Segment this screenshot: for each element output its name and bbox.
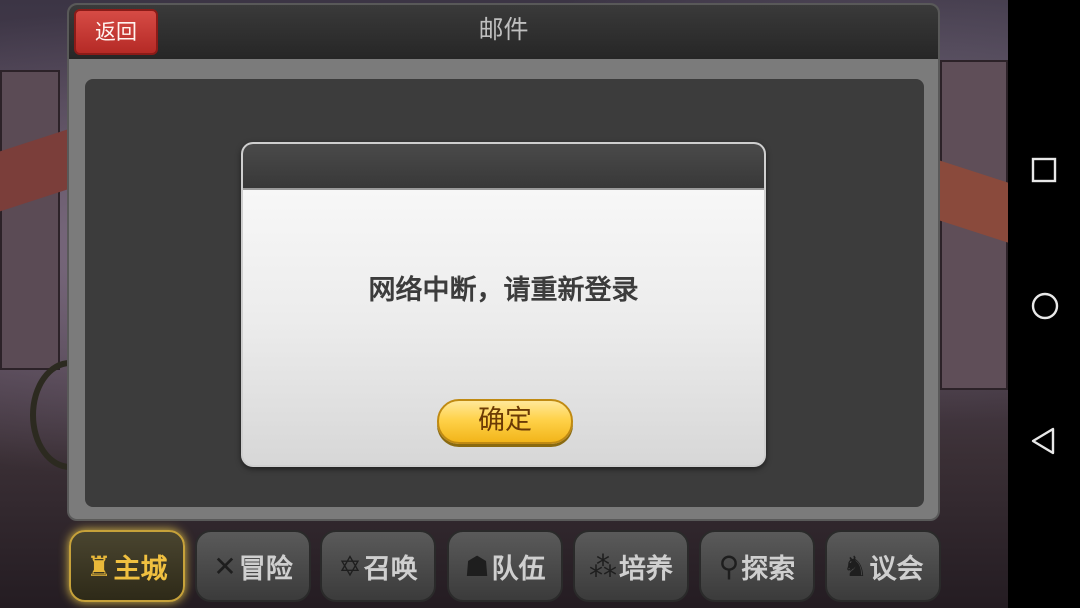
nav-label: 主城 <box>113 553 168 585</box>
nav-label: 队伍 <box>491 553 546 585</box>
recent-apps-button[interactable] <box>1008 140 1080 200</box>
nav-team[interactable]: ☗ 队伍 <box>447 530 563 602</box>
bottom-nav: ♜ 主城 ✕ 冒险 ✡ 召唤 ☗ 队伍 ⁂ 培养 ⚲ 探索 ♞ 议会 <box>0 527 1008 608</box>
nav-summon[interactable]: ✡ 召唤 <box>320 530 436 602</box>
background-building-left <box>0 70 60 370</box>
network-error-dialog: 网络中断，请重新登录 确定 <box>241 142 766 467</box>
triple-circle-icon: ⁂ <box>589 549 617 583</box>
crossed-swords-icon: ✕ <box>213 549 237 583</box>
back-button[interactable]: 返回 <box>74 9 158 55</box>
nav-label: 议会 <box>869 553 924 585</box>
team-icon: ☗ <box>464 549 490 583</box>
nav-cultivate[interactable]: ⁂ 培养 <box>573 530 689 602</box>
home-button[interactable] <box>1008 275 1080 335</box>
knight-icon: ♞ <box>842 549 868 583</box>
nav-council[interactable]: ♞ 议会 <box>825 530 941 602</box>
nav-label: 培养 <box>619 553 673 585</box>
castle-icon: ♜ <box>86 549 112 583</box>
compass-icon: ⚲ <box>718 549 740 583</box>
nav-main-city[interactable]: ♜ 主城 <box>69 530 185 602</box>
mail-header: 邮件 返回 <box>69 5 938 59</box>
dialog-header <box>243 144 764 190</box>
nav-adventure[interactable]: ✕ 冒险 <box>195 530 311 602</box>
back-icon <box>1031 427 1055 455</box>
mail-title: 邮件 <box>478 15 529 44</box>
confirm-button[interactable]: 确定 <box>437 399 573 444</box>
hexagram-icon: ✡ <box>338 549 362 583</box>
back-nav-button[interactable] <box>1008 410 1080 470</box>
home-icon <box>1031 292 1059 320</box>
nav-label: 召唤 <box>363 553 418 585</box>
nav-label: 冒险 <box>238 553 293 585</box>
nav-explore[interactable]: ⚲ 探索 <box>699 530 815 602</box>
dialog-message: 网络中断，请重新登录 <box>368 275 639 306</box>
recent-apps-icon <box>1031 157 1057 183</box>
nav-label: 探索 <box>741 553 796 585</box>
system-nav-bar <box>1008 0 1080 608</box>
